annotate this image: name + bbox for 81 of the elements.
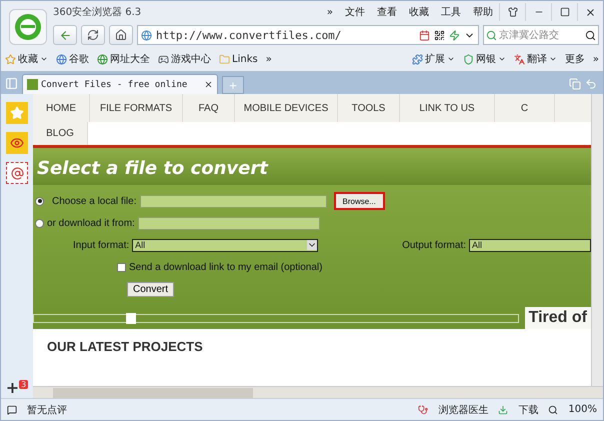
browser-doctor[interactable]: 浏览器医生 [438,402,488,416]
input-format-select[interactable]: All [132,238,318,252]
back-button[interactable] [53,25,77,45]
search-engine-icon[interactable] [486,30,497,40]
globe-icon [97,54,108,64]
favicon-icon [27,79,38,90]
checkbox[interactable] [117,262,126,272]
eye-icon[interactable] [6,132,28,154]
calendar-icon[interactable] [419,30,430,40]
globe-icon [141,30,152,40]
bookmark-item[interactable]: 游戏中心 [158,52,211,66]
puzzle-icon [412,54,423,64]
address-bar[interactable]: http://www.convertfiles.com/ [137,25,479,45]
toolbar-item[interactable]: 扩展 [412,52,455,66]
menu-item[interactable]: 工具 [435,5,467,19]
menu-item[interactable]: » [320,6,339,18]
bookmark-item[interactable]: 谷歌 [56,52,89,66]
checkbox-label: Send a download link to my email (optional) [129,262,322,272]
review-status[interactable]: 暂无点评 [27,402,67,416]
section-title: OUR LATEST PROJECTS [46,338,204,354]
star-icon [5,54,16,64]
caret-icon[interactable] [498,55,506,63]
refresh-button[interactable] [81,25,105,45]
notification-badge: 3 [19,380,28,389]
caret-icon[interactable] [40,55,48,63]
zoom-icon [548,404,558,414]
add-button[interactable]: + [6,380,20,396]
promo-text: Tired of [524,307,591,329]
more-bookmarks[interactable]: » [266,54,272,64]
qr-code-icon[interactable] [434,30,445,40]
bookmark-item[interactable]: Links [219,54,258,64]
window-title: 360安全浏览器 6.3 [53,6,142,19]
folder-icon [219,54,230,64]
menu-item[interactable]: 帮助 [467,5,499,19]
zoom-level[interactable]: 100% [568,404,597,415]
download-item[interactable]: 下载 [518,402,538,416]
input-field[interactable] [138,216,320,230]
bookmark-item[interactable]: 收藏 [5,52,48,66]
more-tools[interactable]: » [592,54,599,64]
radio-button[interactable] [35,218,44,228]
download-icon [498,404,508,414]
stethoscope-icon [418,404,428,414]
lightning-icon[interactable] [449,30,460,40]
menu-item[interactable]: 收藏 [403,5,435,19]
toolbar-item[interactable]: 网银 [462,52,506,66]
slider-thumb[interactable] [126,313,136,324]
search-icon[interactable] [585,30,596,40]
menu-item[interactable]: 文件 [339,5,371,19]
sidebar-toggle-icon[interactable] [5,77,18,90]
comment-icon [7,404,17,414]
caret-icon[interactable] [548,55,557,63]
convert-button[interactable]: Convert [127,282,174,296]
browser-logo-icon [9,9,47,45]
toolbar-item[interactable]: 翻译 [514,52,557,66]
gamepad-icon [158,54,169,64]
email-icon[interactable] [6,162,28,184]
caret-icon[interactable] [446,55,455,63]
home-icon [115,29,127,41]
home-button[interactable] [109,25,133,45]
nav-link[interactable]: BLOG [33,122,88,145]
back-arrow-icon [58,28,72,42]
refresh-icon [87,29,99,41]
radio-button[interactable] [35,196,44,206]
input-field[interactable] [140,194,326,208]
toolbar-item[interactable]: 更多 [564,52,585,66]
url-text: http://www.convertfiles.com/ [156,28,342,42]
field-label: Output format: [402,240,466,250]
search-field[interactable]: 京津冀公路交 [483,25,599,45]
translate-icon [514,54,525,64]
close-tab-icon[interactable] [204,80,213,89]
browser-tab[interactable]: Convert Files - free online [22,74,218,94]
field-label: Input format: [73,240,130,250]
browse-button[interactable]: Browse... [334,192,385,210]
globe-icon [56,54,67,64]
output-format-select[interactable]: All [469,238,591,252]
field-label: Choose a local file: [51,196,136,206]
dropdown-arrow-icon[interactable] [307,240,318,250]
shield-icon [462,54,474,64]
bookmark-item[interactable]: 网址大全 [97,52,150,66]
field-label: or download it from: [47,218,135,228]
menu-item[interactable]: 查看 [371,5,403,19]
